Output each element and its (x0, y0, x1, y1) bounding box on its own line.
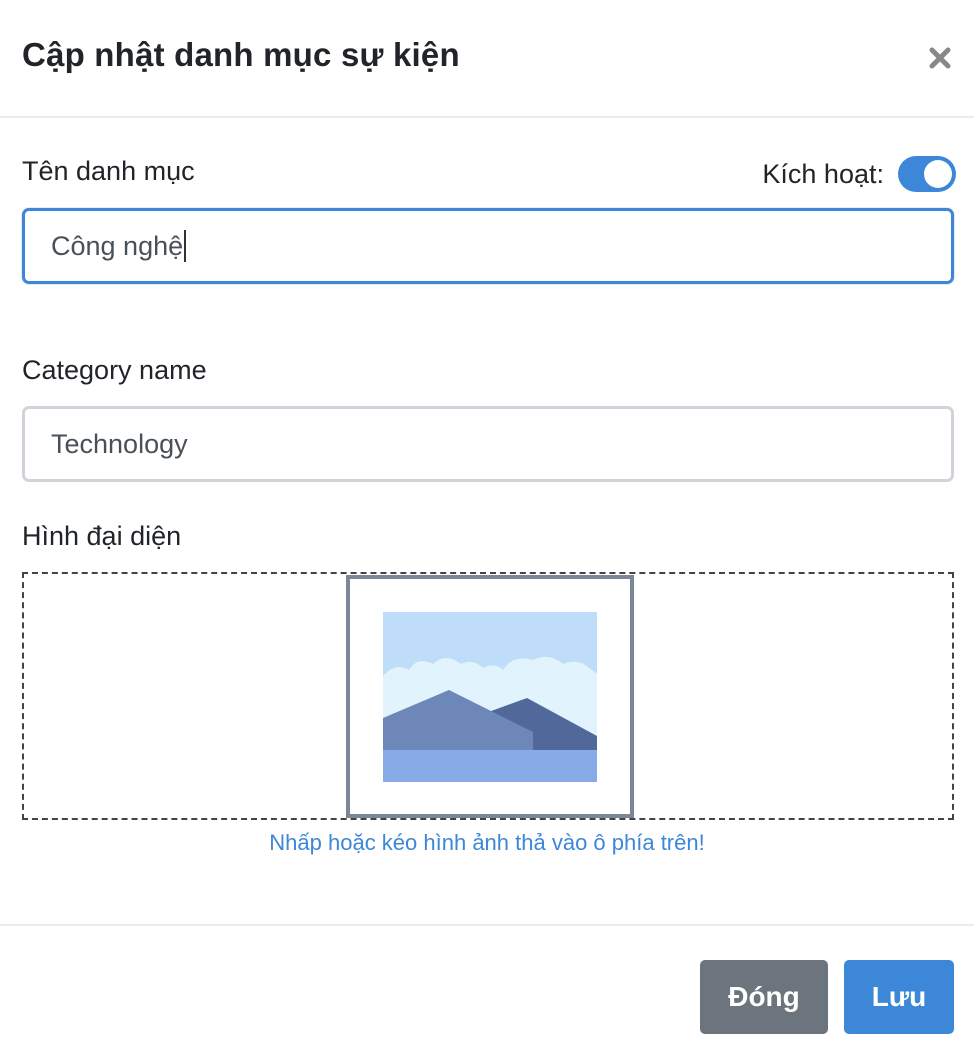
category-name-en-input[interactable]: Technology (22, 406, 954, 482)
close-button[interactable]: Đóng (700, 960, 828, 1034)
text-caret (184, 230, 187, 262)
image-label: Hình đại diện (22, 521, 182, 551)
update-category-modal: Cập nhật danh mục sự kiện Tên danh mục K… (0, 0, 974, 1060)
category-name-vi-input[interactable]: Công nghệ (22, 208, 954, 284)
category-name-vi-label: Tên danh mục (22, 156, 195, 186)
save-button[interactable]: Lưu (844, 960, 954, 1034)
image-placeholder (346, 575, 634, 818)
modal-title: Cập nhật danh mục sự kiện (22, 36, 460, 73)
modal-header: Cập nhật danh mục sự kiện (0, 0, 974, 118)
modal-footer: Đóng Lưu (0, 924, 974, 1060)
category-name-en-value: Technology (51, 428, 188, 459)
close-icon[interactable] (922, 40, 958, 76)
landscape-image-icon (383, 612, 597, 782)
image-dropzone[interactable] (22, 572, 954, 820)
image-dropzone-hint: Nhấp hoặc kéo hình ảnh thả vào ô phía tr… (269, 830, 705, 855)
category-name-en-label: Category name (22, 355, 207, 385)
category-name-vi-value: Công nghệ (51, 230, 184, 261)
toggle-knob (924, 160, 952, 188)
active-label: Kích hoạt: (762, 158, 884, 189)
active-toggle[interactable] (898, 156, 956, 192)
active-toggle-group: Kích hoạt: (762, 154, 956, 194)
